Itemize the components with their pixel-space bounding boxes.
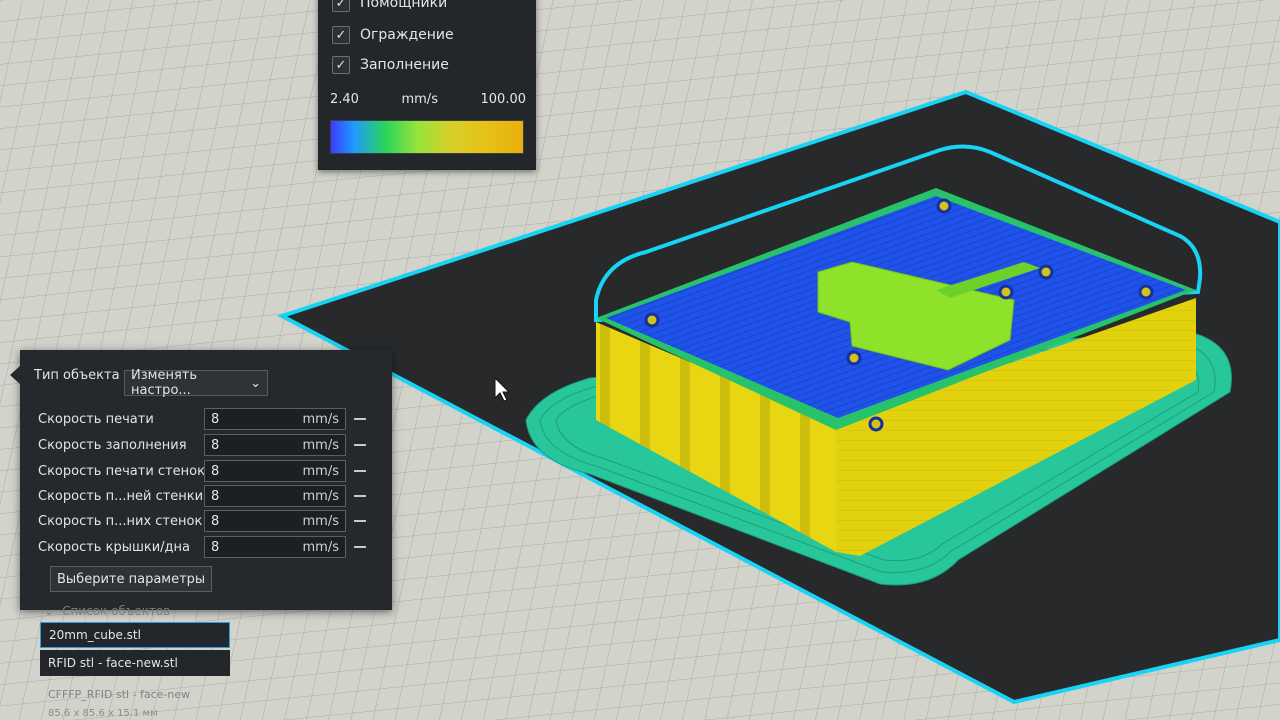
legend-item-label: Заполнение bbox=[360, 57, 449, 73]
param-label: Скорость печати стенок bbox=[38, 463, 204, 479]
param-value: 8 bbox=[211, 437, 220, 453]
object-list-item[interactable]: RFID stl - face-new.stl bbox=[40, 650, 230, 676]
object-name: 20mm_cube.stl bbox=[49, 628, 141, 642]
remove-setting-icon[interactable] bbox=[354, 444, 366, 446]
param-row-print-speed: Скорость печати 8 mm/s bbox=[38, 408, 366, 430]
speed-scale-labels: 2.40 mm/s 100.00 bbox=[330, 92, 526, 107]
remove-setting-icon[interactable] bbox=[354, 418, 366, 420]
param-label: Скорость заполнения bbox=[38, 437, 187, 453]
legend-item-label: Ограждение bbox=[360, 27, 454, 43]
checkbox-skirt[interactable]: ✓ bbox=[332, 26, 350, 44]
param-value: 8 bbox=[211, 463, 220, 479]
active-object-name: CFFFP_RFID stl - face-new bbox=[48, 688, 191, 701]
object-list-header[interactable]: ⌄ Список объектов bbox=[44, 604, 170, 618]
param-unit: mm/s bbox=[302, 539, 339, 555]
speed-gradient-bar bbox=[330, 120, 524, 154]
inner-wall-speed-input[interactable]: 8 mm/s bbox=[204, 510, 346, 532]
param-value: 8 bbox=[211, 411, 220, 427]
select-settings-button[interactable]: Выберите параметры bbox=[50, 566, 213, 592]
checkbox-helpers[interactable]: ✓ bbox=[332, 0, 350, 12]
param-value: 8 bbox=[211, 513, 220, 529]
param-unit: mm/s bbox=[302, 488, 339, 504]
legend-item-skirt[interactable]: ✓ Ограждение bbox=[332, 26, 454, 44]
top-bottom-speed-input[interactable]: 8 mm/s bbox=[204, 536, 346, 558]
param-label: Скорость п...них стенок bbox=[38, 513, 203, 529]
legend-item-helpers[interactable]: ✓ Помощники bbox=[332, 0, 447, 12]
object-list-title: Список объектов bbox=[62, 604, 171, 618]
param-label: Скорость крышки/дна bbox=[38, 539, 191, 555]
panel-caret bbox=[10, 366, 20, 384]
legend-item-infill[interactable]: ✓ Заполнение bbox=[332, 56, 449, 74]
object-type-dropdown[interactable]: Изменять настро... ⌄ bbox=[124, 368, 268, 398]
wall-speed-input[interactable]: 8 mm/s bbox=[204, 460, 346, 482]
remove-setting-icon[interactable] bbox=[354, 470, 366, 472]
object-name: RFID stl - face-new.stl bbox=[48, 656, 178, 670]
object-list-item[interactable]: 20mm_cube.stl bbox=[40, 622, 230, 648]
chevron-down-icon: ⌄ bbox=[250, 375, 261, 391]
object-dimensions: 85.6 x 85.6 x 15.1 мм bbox=[48, 708, 158, 719]
remove-setting-icon[interactable] bbox=[354, 495, 366, 497]
chevron-down-icon: ⌄ bbox=[44, 604, 55, 618]
param-row-infill-speed: Скорость заполнения 8 mm/s bbox=[38, 434, 366, 456]
param-label: Скорость печати bbox=[38, 411, 154, 427]
legend-item-label: Помощники bbox=[360, 0, 448, 11]
print-speed-input[interactable]: 8 mm/s bbox=[204, 408, 346, 430]
param-unit: mm/s bbox=[302, 513, 339, 529]
scale-unit: mm/s bbox=[401, 92, 438, 107]
param-row-wall-speed: Скорость печати стенок 8 mm/s bbox=[38, 460, 366, 482]
infill-speed-input[interactable]: 8 mm/s bbox=[204, 434, 346, 456]
legend-panel: ✓ Помощники ✓ Ограждение ✓ Заполнение 2.… bbox=[318, 0, 536, 170]
param-unit: mm/s bbox=[302, 463, 339, 479]
checkbox-infill[interactable]: ✓ bbox=[332, 56, 350, 74]
param-value: 8 bbox=[211, 539, 220, 555]
param-row-top-bottom-speed: Скорость крышки/дна 8 mm/s bbox=[38, 536, 366, 558]
param-label: Скорость п...ней стенки bbox=[38, 488, 204, 504]
object-type-label: Тип объекта bbox=[34, 368, 120, 383]
remove-setting-icon[interactable] bbox=[354, 546, 366, 548]
scale-min: 2.40 bbox=[330, 92, 359, 107]
dropdown-value: Изменять настро... bbox=[131, 368, 197, 398]
outer-wall-speed-input[interactable]: 8 mm/s bbox=[204, 485, 346, 507]
scale-max: 100.00 bbox=[480, 92, 527, 107]
param-unit: mm/s bbox=[302, 437, 339, 453]
param-unit: mm/s bbox=[302, 411, 339, 427]
remove-setting-icon[interactable] bbox=[354, 520, 366, 522]
param-row-outer-wall-speed: Скорость п...ней стенки 8 mm/s bbox=[38, 485, 366, 507]
param-row-inner-wall-speed: Скорость п...них стенок 8 mm/s bbox=[38, 510, 366, 532]
param-value: 8 bbox=[211, 488, 220, 504]
per-model-settings-panel: Тип объекта Изменять настро... ⌄ Скорост… bbox=[10, 350, 392, 610]
